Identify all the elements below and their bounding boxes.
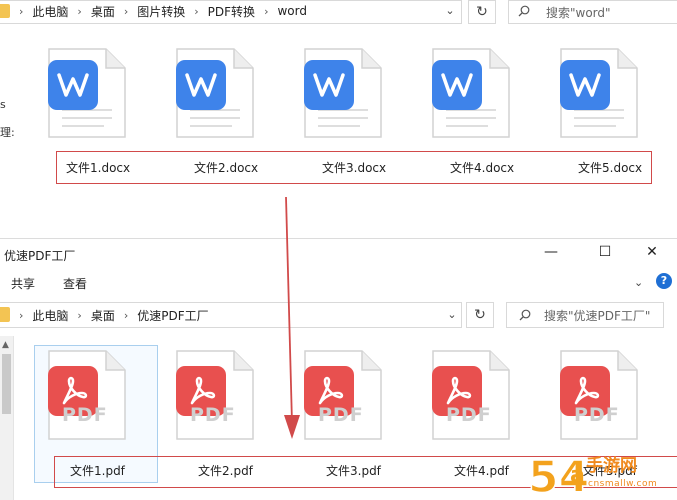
tab-share[interactable]: 共享	[11, 275, 35, 292]
word-file-icon	[304, 60, 354, 110]
chevron-right-icon: ›	[77, 4, 82, 18]
word-file-icon	[560, 60, 610, 110]
arrow-down-icon	[284, 196, 300, 439]
pdf-file-tile[interactable]: PDF	[420, 342, 516, 442]
word-file-tile[interactable]	[292, 40, 388, 140]
breadcrumb-item[interactable]: word	[271, 4, 313, 18]
close-icon[interactable]: ✕	[641, 243, 663, 261]
breadcrumb-item[interactable]: 图片转换	[131, 3, 191, 20]
refresh-icon[interactable]: ↻	[466, 302, 494, 328]
watermark-text: 手游网	[586, 456, 637, 476]
search-placeholder: 搜索"word"	[546, 6, 611, 20]
chevron-down-icon[interactable]: ⌄	[442, 4, 458, 18]
search-icon	[518, 5, 530, 17]
word-file-icon	[176, 60, 226, 110]
tab-view[interactable]: 查看	[63, 275, 87, 292]
pdf-file-tile[interactable]: PDF	[548, 342, 644, 442]
word-file-icon	[48, 60, 98, 110]
chevron-right-icon: ›	[264, 4, 269, 18]
folder-icon	[0, 4, 10, 18]
sidebar-label: 理:	[0, 126, 15, 139]
word-file-icon	[432, 60, 482, 110]
breadcrumb-item[interactable]: 优速PDF工厂	[131, 307, 214, 324]
pdf-file-tile[interactable]: PDF	[292, 342, 388, 442]
pdf-file-tile[interactable]: PDF	[164, 342, 260, 442]
pdf-watermark-text: PDF	[446, 404, 492, 426]
scroll-up-icon[interactable]: ▲	[2, 340, 9, 350]
pdf-watermark-text: PDF	[62, 404, 108, 426]
chevron-down-icon[interactable]: ⌄	[634, 276, 643, 289]
word-file-tile[interactable]	[420, 40, 516, 140]
pdf-watermark-text: PDF	[190, 404, 236, 426]
pdf-watermark-text: PDF	[574, 404, 620, 426]
highlight-box	[56, 151, 652, 184]
breadcrumb: › 此电脑 › 桌面 › 优速PDF工厂	[16, 303, 215, 327]
breadcrumb-item[interactable]: 此电脑	[26, 3, 74, 20]
breadcrumb-item[interactable]: 桌面	[85, 307, 121, 324]
search-icon	[519, 309, 531, 321]
chevron-right-icon: ›	[194, 4, 199, 18]
breadcrumb-item[interactable]: PDF转换	[202, 3, 261, 20]
search-placeholder: 搜索"优速PDF工厂"	[544, 309, 651, 323]
pdf-file-tile[interactable]: PDF	[36, 342, 132, 442]
chevron-right-icon: ›	[19, 308, 24, 322]
word-file-tile[interactable]	[36, 40, 132, 140]
chevron-right-icon: ›	[19, 4, 24, 18]
chevron-down-icon[interactable]: ⌄	[445, 308, 459, 322]
chevron-right-icon: ›	[77, 308, 82, 322]
maximize-icon[interactable]: ☐	[594, 243, 616, 261]
watermark-url: cnsmallw.com	[588, 479, 658, 489]
window-title: 优速PDF工厂	[4, 249, 76, 263]
refresh-icon[interactable]: ↻	[468, 0, 496, 24]
chevron-right-icon: ›	[123, 4, 129, 18]
scrollbar-thumb[interactable]	[2, 354, 11, 414]
breadcrumb-item[interactable]: 桌面	[85, 3, 121, 20]
chevron-right-icon: ›	[123, 308, 129, 322]
word-file-tile[interactable]	[164, 40, 260, 140]
word-file-tile[interactable]	[548, 40, 644, 140]
breadcrumb-item[interactable]: 此电脑	[26, 307, 74, 324]
svg-text:a: a	[570, 463, 585, 488]
sidebar-label: s	[0, 98, 6, 111]
help-icon[interactable]: ?	[656, 273, 672, 289]
minimize-icon[interactable]: —	[540, 243, 562, 261]
folder-icon	[0, 307, 10, 322]
breadcrumb: › 此电脑 › 桌面 › 图片转换 › PDF转换 › word	[16, 0, 313, 22]
pdf-watermark-text: PDF	[318, 404, 364, 426]
